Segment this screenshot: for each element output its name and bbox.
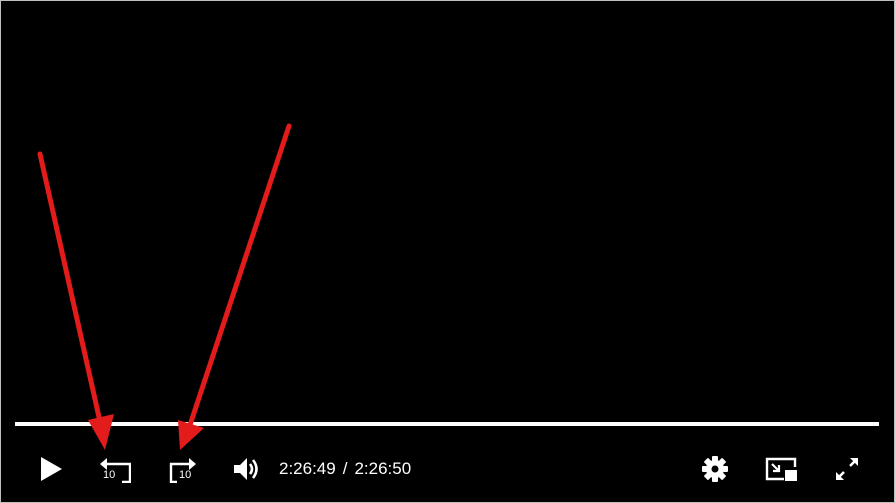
fullscreen-button[interactable] — [827, 445, 867, 493]
forward-10-button[interactable]: 10 — [161, 445, 201, 493]
current-time: 2:26:49 — [279, 459, 336, 478]
video-player: 10 10 2:26:49 / 2:26:50 — [0, 0, 895, 503]
play-icon — [38, 456, 64, 482]
picture-in-picture-icon — [764, 455, 798, 483]
video-area[interactable] — [1, 1, 894, 421]
volume-button[interactable] — [227, 445, 267, 493]
miniplayer-button[interactable] — [761, 445, 801, 493]
volume-icon — [232, 455, 262, 483]
forward-seconds-label: 10 — [179, 469, 192, 481]
progress-fill — [15, 422, 879, 426]
rewind-10-icon: 10 — [99, 455, 131, 483]
fullscreen-icon — [833, 455, 861, 483]
rewind-10-button[interactable]: 10 — [95, 445, 135, 493]
settings-button[interactable] — [695, 445, 735, 493]
duration: 2:26:50 — [354, 459, 412, 478]
time-display: 2:26:49 / 2:26:50 — [279, 445, 411, 493]
forward-10-icon: 10 — [165, 455, 197, 483]
rewind-seconds-label: 10 — [103, 469, 116, 481]
gear-icon — [701, 455, 729, 483]
time-separator: / — [342, 459, 348, 478]
progress-bar[interactable] — [15, 422, 879, 426]
play-button[interactable] — [31, 445, 71, 493]
control-bar: 10 10 2:26:49 / 2:26:50 — [1, 445, 894, 493]
